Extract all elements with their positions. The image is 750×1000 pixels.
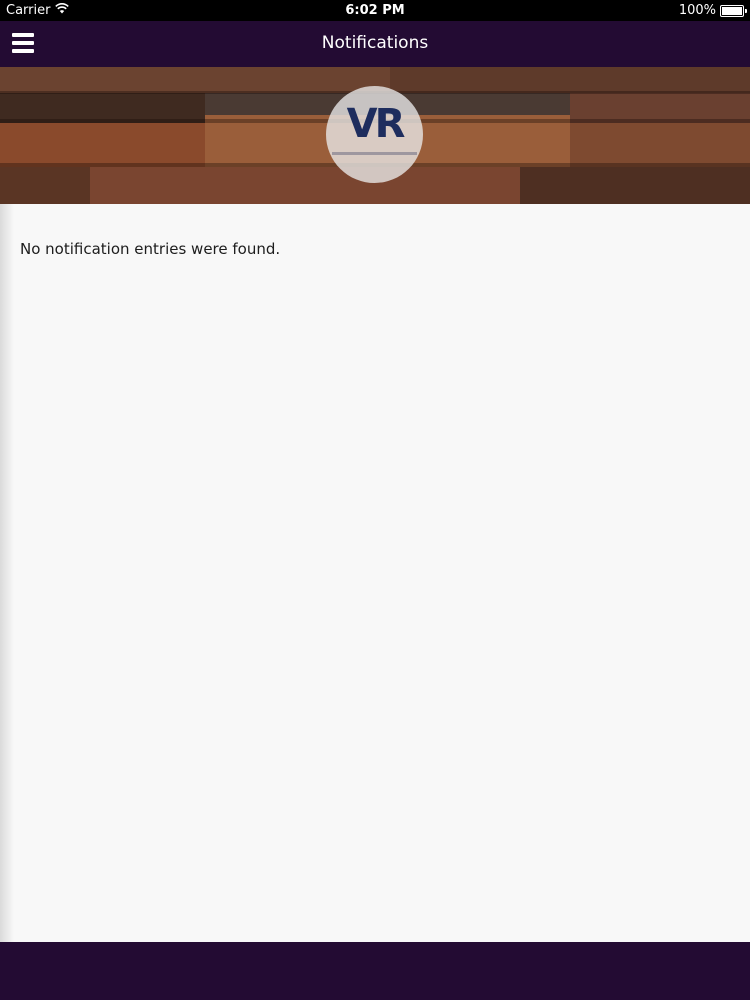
logo-tagline xyxy=(332,152,417,155)
footer-bar xyxy=(0,942,750,1000)
battery-indicator: 100% xyxy=(678,3,747,18)
page-title: Notifications xyxy=(321,33,429,53)
logo-monogram: VR xyxy=(346,101,406,147)
navigation-bar: Notifications xyxy=(0,21,750,67)
church-logo: VR xyxy=(326,86,423,183)
notifications-content: No notification entries were found. xyxy=(0,204,750,942)
status-time: 6:02 PM xyxy=(345,3,405,18)
side-shadow xyxy=(0,204,14,942)
status-bar: Carrier 6:02 PM 100% xyxy=(0,0,750,21)
header-banner: VR xyxy=(0,67,750,204)
battery-percent: 100% xyxy=(678,3,716,18)
battery-icon xyxy=(720,4,747,17)
empty-state-message: No notification entries were found. xyxy=(20,240,281,258)
